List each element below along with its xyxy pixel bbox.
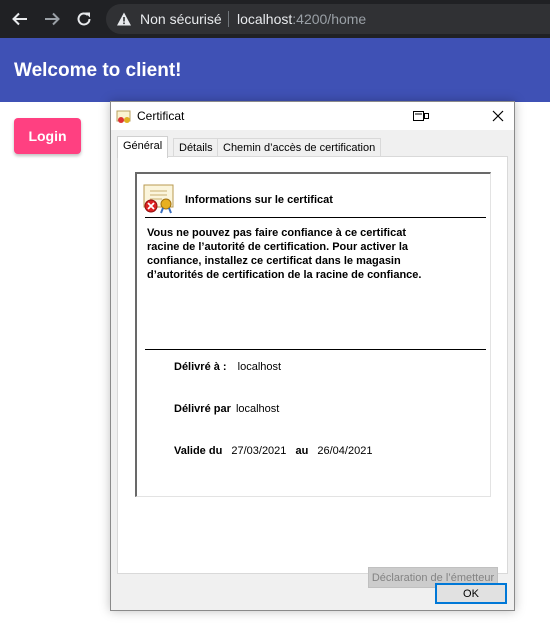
app-title: Welcome to client!: [14, 60, 182, 81]
certificate-info-box: Informations sur le certificat Vous ne p…: [135, 172, 491, 497]
issued-to-row: Délivré à : localhost: [174, 361, 281, 373]
ok-button[interactable]: OK: [435, 583, 507, 604]
message-line: racine de l’autorité de certification. P…: [147, 241, 409, 253]
tab-details[interactable]: Détails: [173, 138, 219, 157]
certificate-dialog: Certificat Général Détails Chemin d’accè…: [110, 101, 515, 611]
issued-by-label: Délivré par: [174, 403, 231, 415]
issued-by-value: localhost: [235, 403, 280, 415]
message-line: Vous ne pouvez pas faire confiance à ce …: [147, 227, 406, 239]
heading-divider: [145, 217, 486, 218]
certificate-icon: [116, 110, 131, 123]
valid-from-label: Valide du: [174, 445, 223, 457]
tab-certification-path[interactable]: Chemin d’accès de certification: [217, 138, 382, 157]
close-icon[interactable]: [491, 109, 505, 123]
valid-to-value: 26/04/2021: [317, 445, 373, 457]
valid-from-value: 27/03/2021: [231, 445, 287, 457]
back-button[interactable]: [8, 7, 32, 31]
reload-icon: [77, 12, 91, 26]
forward-button[interactable]: [40, 7, 64, 31]
address-separator: [228, 11, 229, 27]
login-button[interactable]: Login: [14, 118, 81, 154]
dialog-title-bar: Certificat: [111, 102, 514, 130]
issued-to-label: Délivré à :: [174, 361, 227, 373]
app-toolbar: Welcome to client!: [0, 38, 550, 102]
tab-general[interactable]: Général: [117, 136, 169, 158]
security-label[interactable]: Non sécurisé: [140, 11, 222, 27]
context-help-icon[interactable]: [413, 111, 429, 121]
url-path: :4200/home: [292, 11, 367, 27]
reload-button[interactable]: [72, 7, 96, 31]
forward-arrow-icon: [45, 12, 60, 26]
warning-icon[interactable]: [116, 11, 132, 27]
browser-toolbar: Non sécurisé localhost:4200/home: [0, 0, 550, 38]
address-bar[interactable]: Non sécurisé localhost:4200/home: [106, 4, 550, 34]
valid-to-label: au: [295, 445, 309, 457]
message-line: confiance, installez ce certificat dans …: [147, 255, 401, 267]
trust-warning-message: Vous ne pouvez pas faire confiance à ce …: [147, 226, 467, 282]
info-heading: Informations sur le certificat: [185, 194, 333, 206]
issued-to-value: localhost: [237, 361, 282, 373]
issued-by-row: Délivré par localhost: [174, 403, 279, 415]
dialog-title: Certificat: [137, 109, 185, 123]
details-divider: [145, 349, 486, 350]
general-tab-panel: Informations sur le certificat Vous ne p…: [117, 156, 508, 588]
back-arrow-icon: [12, 12, 27, 26]
url-text[interactable]: localhost:4200/home: [237, 11, 366, 27]
url-host: localhost: [237, 11, 293, 27]
message-line: d’autorités de certification de la racin…: [147, 269, 422, 281]
validity-row: Valide du 27/03/2021 au 26/04/2021: [174, 445, 372, 457]
certificate-error-icon: [143, 184, 174, 214]
